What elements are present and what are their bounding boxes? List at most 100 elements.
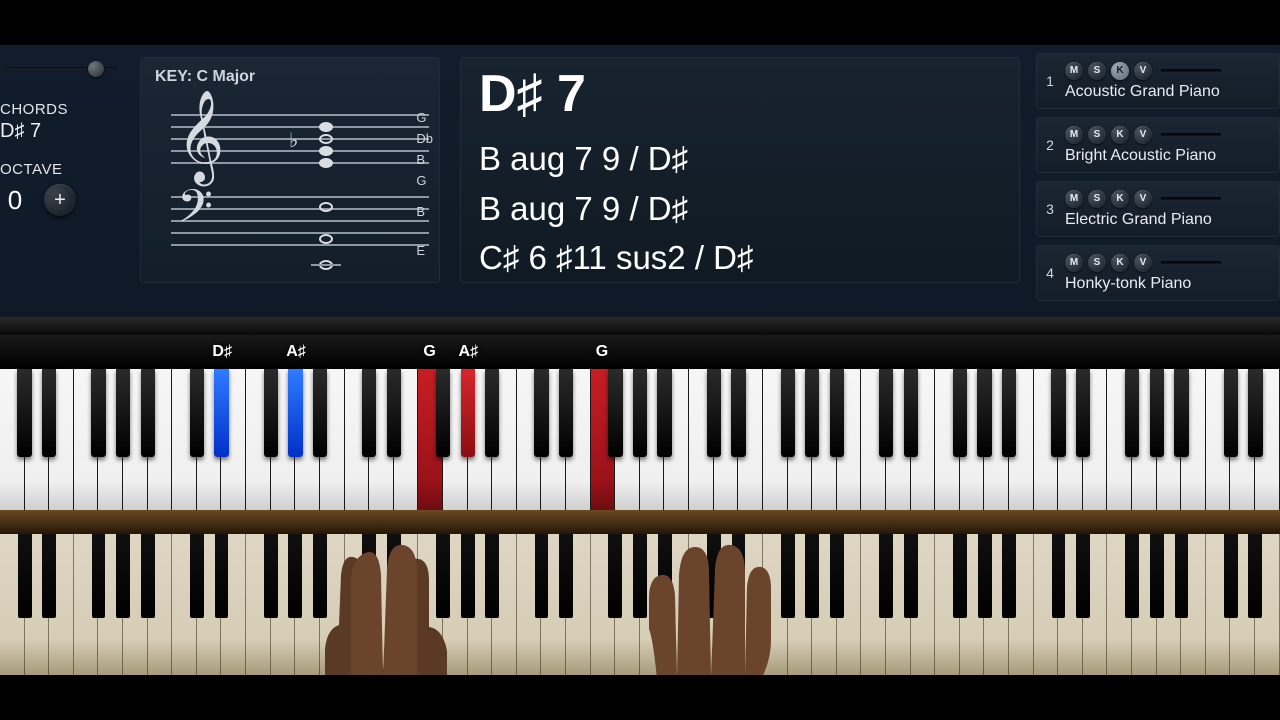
chords-heading: CHORDS bbox=[0, 101, 116, 118]
black-key[interactable] bbox=[977, 369, 991, 457]
instrument-slot[interactable]: 1MSKVAcoustic Grand Piano bbox=[1036, 53, 1280, 109]
real-black-key bbox=[116, 534, 130, 618]
black-key[interactable] bbox=[1174, 369, 1188, 457]
slot-s-button[interactable]: S bbox=[1088, 62, 1106, 80]
black-key[interactable] bbox=[313, 369, 327, 457]
slot-m-button[interactable]: M bbox=[1065, 190, 1083, 208]
slot-s-button[interactable]: S bbox=[1088, 190, 1106, 208]
real-black-key bbox=[535, 534, 549, 618]
real-black-key bbox=[805, 534, 819, 618]
black-key[interactable] bbox=[1002, 369, 1016, 457]
black-key[interactable] bbox=[17, 369, 31, 457]
black-key[interactable] bbox=[141, 369, 155, 457]
chord-alt: B aug 7 9 / D♯ bbox=[479, 184, 1001, 234]
chord-alt: C♯ 6 ♯11 sus2 / D♯ bbox=[479, 233, 1001, 283]
black-key[interactable] bbox=[1224, 369, 1238, 457]
black-key[interactable] bbox=[534, 369, 548, 457]
black-key[interactable] bbox=[731, 369, 745, 457]
slider-track[interactable] bbox=[6, 67, 116, 71]
slot-m-button[interactable]: M bbox=[1065, 126, 1083, 144]
black-key[interactable] bbox=[830, 369, 844, 457]
black-key[interactable] bbox=[116, 369, 130, 457]
slot-m-button[interactable]: M bbox=[1065, 254, 1083, 272]
staff-label: G bbox=[416, 110, 426, 125]
black-key[interactable] bbox=[264, 369, 278, 457]
chord-readout: D♯ 7 B aug 7 9 / D♯ B aug 7 9 / D♯ C♯ 6 … bbox=[460, 57, 1020, 283]
slot-v-button[interactable]: V bbox=[1134, 62, 1152, 80]
slot-volume-slider[interactable] bbox=[1161, 197, 1221, 200]
slot-s-button[interactable]: S bbox=[1088, 254, 1106, 272]
octave-plus-button[interactable]: + bbox=[44, 184, 76, 216]
black-key[interactable] bbox=[1076, 369, 1090, 457]
black-key[interactable] bbox=[387, 369, 401, 457]
right-hand bbox=[637, 529, 777, 675]
slot-number: 2 bbox=[1041, 137, 1059, 153]
real-black-key bbox=[608, 534, 622, 618]
black-key[interactable] bbox=[608, 369, 622, 457]
virtual-keys[interactable] bbox=[0, 369, 1280, 510]
slot-v-button[interactable]: V bbox=[1134, 254, 1152, 272]
black-key[interactable] bbox=[559, 369, 573, 457]
slot-m-button[interactable]: M bbox=[1065, 62, 1083, 80]
key-highlight-label: A♯ bbox=[286, 343, 306, 361]
black-key[interactable] bbox=[461, 369, 475, 457]
instrument-slot[interactable]: 4MSKVHonky-tonk Piano bbox=[1036, 245, 1280, 301]
readout-column: D♯ 7 B aug 7 9 / D♯ B aug 7 9 / D♯ C♯ 6 … bbox=[450, 45, 1030, 335]
notation-card: KEY: C Major 𝄞 𝄢 ♭ bbox=[140, 57, 440, 283]
bass-clef-icon: 𝄢 bbox=[177, 184, 213, 240]
black-key[interactable] bbox=[805, 369, 819, 457]
black-key[interactable] bbox=[904, 369, 918, 457]
real-black-key bbox=[904, 534, 918, 618]
slot-k-button[interactable]: K bbox=[1111, 190, 1129, 208]
black-key[interactable] bbox=[1125, 369, 1139, 457]
slot-v-button[interactable]: V bbox=[1134, 190, 1152, 208]
instrument-slot[interactable]: 3MSKVElectric Grand Piano bbox=[1036, 181, 1280, 237]
letterbox-bottom bbox=[0, 675, 1280, 720]
real-black-key bbox=[461, 534, 475, 618]
slot-number: 3 bbox=[1041, 201, 1059, 217]
real-black-key bbox=[215, 534, 229, 618]
black-key[interactable] bbox=[953, 369, 967, 457]
control-panel: CHORDS D♯ 7 OCTAVE 0 + KEY: C Major bbox=[0, 45, 1280, 335]
black-key[interactable] bbox=[288, 369, 302, 457]
black-key[interactable] bbox=[879, 369, 893, 457]
black-key[interactable] bbox=[1051, 369, 1065, 457]
black-key[interactable] bbox=[42, 369, 56, 457]
black-key[interactable] bbox=[1150, 369, 1164, 457]
chord-main: D♯ 7 bbox=[479, 64, 1001, 124]
slot-volume-slider[interactable] bbox=[1161, 133, 1221, 136]
instrument-slot[interactable]: 2MSKV Bright Acoustic Piano bbox=[1036, 117, 1280, 173]
slot-k-button[interactable]: K bbox=[1111, 254, 1129, 272]
black-key[interactable] bbox=[781, 369, 795, 457]
slot-s-button[interactable]: S bbox=[1088, 126, 1106, 144]
real-black-key bbox=[92, 534, 106, 618]
black-key[interactable] bbox=[657, 369, 671, 457]
black-key[interactable] bbox=[214, 369, 228, 457]
slot-volume-slider[interactable] bbox=[1161, 261, 1221, 264]
black-key[interactable] bbox=[633, 369, 647, 457]
real-black-key bbox=[1150, 534, 1164, 618]
slot-k-button[interactable]: K bbox=[1111, 62, 1129, 80]
real-black-key bbox=[1175, 534, 1189, 618]
black-key[interactable] bbox=[362, 369, 376, 457]
slot-volume-slider[interactable] bbox=[1161, 69, 1221, 72]
real-black-key bbox=[288, 534, 302, 618]
black-key[interactable] bbox=[436, 369, 450, 457]
slot-k-button[interactable]: K bbox=[1111, 126, 1129, 144]
staff-label: G bbox=[416, 173, 426, 188]
slot-v-button[interactable]: V bbox=[1134, 126, 1152, 144]
real-black-key bbox=[1002, 534, 1016, 618]
staff-label: B bbox=[416, 152, 425, 167]
black-key[interactable] bbox=[190, 369, 204, 457]
real-piano bbox=[0, 510, 1280, 675]
app: CHORDS D♯ 7 OCTAVE 0 + KEY: C Major bbox=[0, 45, 1280, 675]
black-key[interactable] bbox=[707, 369, 721, 457]
music-staff: 𝄞 𝄢 ♭ bbox=[171, 104, 429, 274]
black-key[interactable] bbox=[91, 369, 105, 457]
black-key[interactable] bbox=[485, 369, 499, 457]
real-black-key bbox=[141, 534, 155, 618]
slot-instrument-name: Bright Acoustic Piano bbox=[1065, 147, 1269, 165]
instrument-column: 1MSKVAcoustic Grand Piano2MSKVBright Aco… bbox=[1030, 45, 1280, 335]
slider-knob[interactable] bbox=[88, 61, 104, 77]
black-key[interactable] bbox=[1248, 369, 1262, 457]
